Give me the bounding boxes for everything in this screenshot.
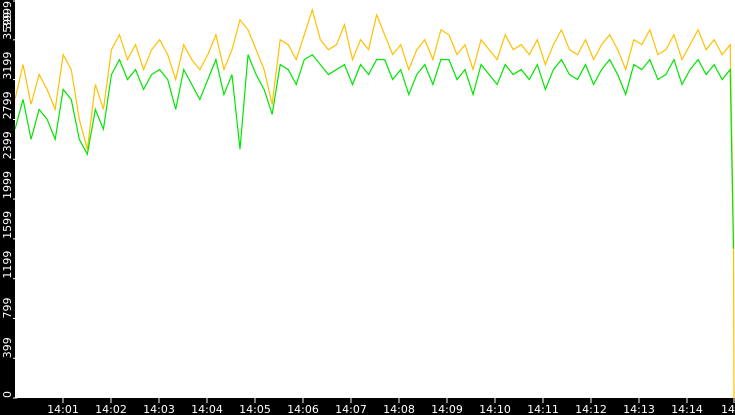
x-tick-label: 14:13 bbox=[623, 403, 655, 415]
x-tick-label: 14:03 bbox=[143, 403, 175, 415]
y-tick-label: 0 bbox=[1, 391, 14, 398]
y-tick-label: 2799 bbox=[1, 91, 14, 119]
line-chart: 039979911991599199923992799319935993999 … bbox=[0, 0, 735, 415]
x-tick-label: 14:14 bbox=[671, 403, 703, 415]
y-tick-label: 399 bbox=[1, 337, 14, 358]
x-tick-label: 14:11 bbox=[527, 403, 559, 415]
y-tick-label: 1999 bbox=[1, 171, 14, 199]
x-tick-label: 14:09 bbox=[431, 403, 463, 415]
y-tick-label: 799 bbox=[1, 297, 14, 318]
x-tick-label: 14:10 bbox=[479, 403, 511, 415]
y-tick-label: 3199 bbox=[1, 52, 14, 80]
y-tick-label: 1199 bbox=[1, 251, 14, 279]
x-tick-label: 14:05 bbox=[239, 403, 271, 415]
x-tick-label: 14:12 bbox=[575, 403, 607, 415]
x-tick-label: 14:06 bbox=[287, 403, 319, 415]
x-tick-label: 14:07 bbox=[335, 403, 367, 415]
x-tick-label: 14:08 bbox=[383, 403, 415, 415]
x-tick-label: 14:01 bbox=[47, 403, 79, 415]
y-tick-label: 3999 bbox=[1, 1, 14, 29]
x-tick-label: 14:02 bbox=[95, 403, 127, 415]
y-tick-label: 2399 bbox=[1, 131, 14, 159]
x-tick-label: 14 bbox=[721, 403, 735, 415]
x-tick-label: 14:04 bbox=[191, 403, 223, 415]
y-tick-label: 1599 bbox=[1, 211, 14, 239]
